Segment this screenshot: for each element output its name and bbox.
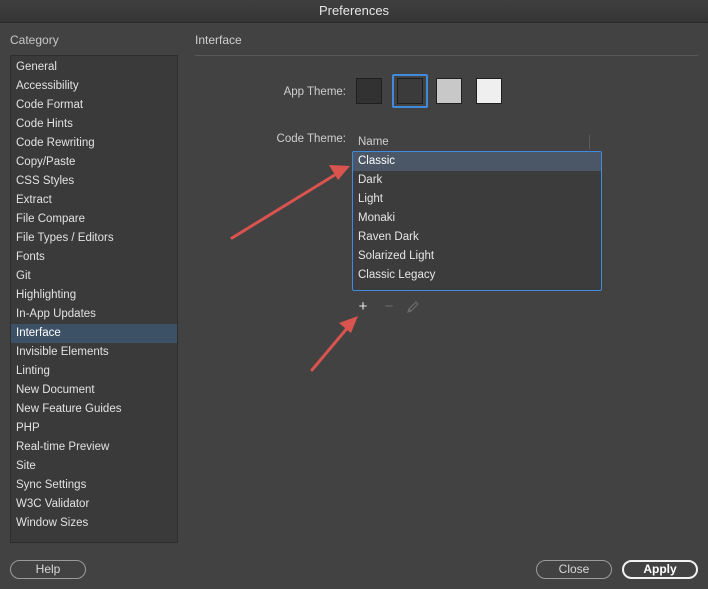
annotation-arrow-to-add-button: [310, 316, 358, 372]
close-button[interactable]: Close: [536, 560, 612, 579]
help-button[interactable]: Help: [10, 560, 86, 579]
annotation-arrows: [230, 165, 358, 372]
apply-button[interactable]: Apply: [622, 560, 698, 579]
annotation-arrow-to-theme-list: [230, 165, 350, 240]
